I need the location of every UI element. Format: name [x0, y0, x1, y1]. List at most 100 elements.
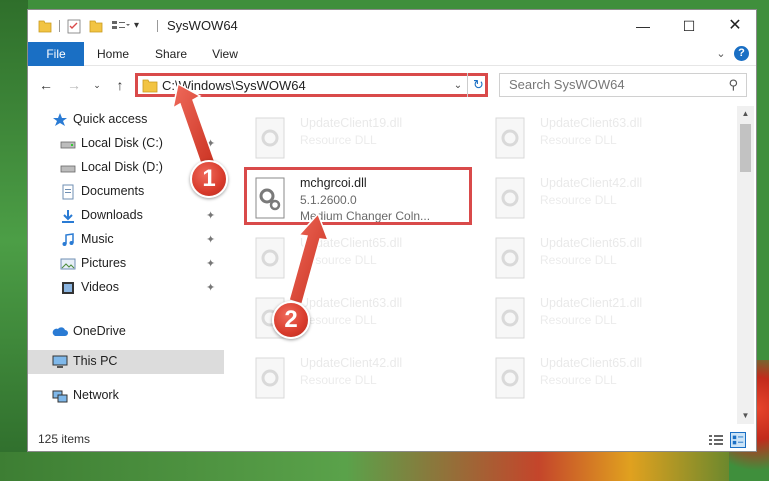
sidebar-item-videos[interactable]: Videos ✦ — [28, 276, 224, 300]
pin-icon: ✦ — [206, 210, 216, 222]
search-input[interactable]: Search SysWOW64 ⚲ — [499, 73, 747, 97]
address-bar[interactable]: C:\Windows\SysWOW64 ⌄ ↻ — [135, 73, 488, 97]
new-folder-icon[interactable] — [89, 18, 103, 34]
back-button[interactable]: ← — [36, 73, 56, 97]
title-separator — [157, 20, 158, 32]
sidebar-item-quick-access[interactable]: Quick access — [28, 108, 224, 132]
title-bar: ▾ SysWOW64 — ☐ ✕ — [28, 10, 756, 42]
refresh-icon[interactable]: ↻ — [467, 73, 489, 97]
documents-icon — [62, 184, 74, 200]
tab-file[interactable]: File — [28, 42, 84, 66]
tab-home[interactable]: Home — [85, 42, 141, 66]
vertical-scrollbar[interactable]: ▲ ▼ — [737, 106, 754, 424]
item-count: 125 items — [38, 432, 91, 446]
file-explorer-window: ▾ SysWOW64 — ☐ ✕ File Home Share View ⌄ … — [27, 9, 757, 452]
status-bar: 125 items — [28, 428, 756, 451]
scroll-up-icon[interactable]: ▲ — [737, 106, 754, 122]
file-name: UpdateClient42.dll — [300, 356, 403, 370]
dll-file-icon — [255, 237, 285, 279]
file-description: Resource DLL — [540, 313, 617, 327]
quick-access-dropdown-icon[interactable]: ▾ — [134, 18, 148, 34]
desktop-background-bottom — [0, 452, 769, 481]
list-item[interactable]: UpdateClient21.dll Resource DLL — [490, 292, 710, 344]
list-item[interactable]: UpdateClient19.dll Resource DLL — [250, 112, 470, 164]
help-icon[interactable]: ? — [734, 46, 749, 61]
folder-icon — [142, 79, 158, 93]
desktop-background-left — [0, 0, 28, 481]
videos-icon — [62, 282, 74, 294]
file-name: UpdateClient63.dll — [300, 296, 403, 310]
forward-button[interactable]: → — [64, 73, 84, 97]
pin-icon: ✦ — [206, 138, 216, 150]
list-item[interactable]: UpdateClient42.dll Resource DLL — [490, 172, 710, 224]
pictures-icon — [60, 258, 76, 270]
list-item[interactable]: UpdateClient65.dll Resource DLL — [250, 232, 470, 284]
close-button[interactable]: ✕ — [712, 10, 756, 42]
up-button[interactable]: ↑ — [110, 73, 130, 97]
file-description: Resource DLL — [540, 193, 617, 207]
ribbon-tabs: File Home Share View ⌄ ? — [28, 42, 756, 66]
drive-icon — [60, 141, 76, 149]
list-item[interactable]: UpdateClient42.dll Resource DLL — [250, 352, 470, 404]
step-2-marker: 2 — [272, 301, 310, 339]
list-item[interactable]: UpdateClient65.dll Resource DLL — [490, 232, 710, 284]
dll-file-icon — [255, 117, 285, 159]
address-path[interactable]: C:\Windows\SysWOW64 — [162, 78, 306, 93]
scroll-down-icon[interactable]: ▼ — [737, 408, 754, 424]
file-description: Resource DLL — [540, 253, 617, 267]
dll-file-icon — [495, 297, 525, 339]
file-highlight-box — [244, 167, 472, 225]
search-placeholder: Search SysWOW64 — [509, 77, 625, 92]
music-icon — [62, 233, 74, 246]
pin-icon: ✦ — [206, 282, 216, 294]
sidebar-item-label: Local Disk (D:) — [81, 160, 163, 174]
network-icon — [52, 390, 68, 403]
file-description: Resource DLL — [540, 133, 617, 147]
file-description: Resource DLL — [300, 313, 377, 327]
folder-icon[interactable] — [38, 18, 52, 34]
downloads-icon — [62, 210, 74, 223]
list-item[interactable]: UpdateClient65.dll Resource DLL — [490, 352, 710, 404]
customize-view-icon[interactable] — [111, 18, 131, 34]
file-name: UpdateClient65.dll — [540, 236, 643, 250]
toolbar-separator — [59, 20, 60, 32]
sidebar-item-label: Pictures — [81, 256, 127, 270]
window-title: SysWOW64 — [167, 18, 238, 33]
file-name: UpdateClient63.dll — [540, 116, 643, 130]
tab-share[interactable]: Share — [145, 42, 197, 66]
sidebar-item-label: This PC — [73, 354, 118, 368]
sidebar-item-music[interactable]: Music ✦ — [28, 228, 224, 252]
sidebar-item-local-disk-c[interactable]: Local Disk (C:) ✦ — [28, 132, 224, 156]
file-description: Resource DLL — [540, 373, 617, 387]
sidebar-item-label: Music — [81, 232, 114, 246]
cloud-icon — [52, 327, 68, 336]
sidebar-item-pictures[interactable]: Pictures ✦ — [28, 252, 224, 276]
address-dropdown-icon[interactable]: ⌄ — [451, 77, 465, 94]
file-name: UpdateClient65.dll — [540, 356, 643, 370]
sidebar-item-network[interactable]: Network — [28, 384, 224, 408]
minimize-button[interactable]: — — [620, 10, 666, 42]
list-item[interactable]: UpdateClient63.dll Resource DLL — [490, 112, 710, 164]
ribbon-expand-icon[interactable]: ⌄ — [714, 47, 728, 61]
step-1-marker: 1 — [190, 160, 228, 198]
sidebar-item-this-pc[interactable]: This PC — [28, 350, 224, 374]
dll-file-icon — [495, 237, 525, 279]
sidebar-item-label: Downloads — [81, 208, 143, 222]
drive-icon — [60, 165, 76, 173]
navigation-pane: Quick access Local Disk (C:) ✦ Local Dis… — [28, 106, 224, 424]
tiles-view-icon[interactable] — [730, 432, 746, 448]
details-view-icon[interactable] — [708, 433, 724, 447]
properties-icon[interactable] — [67, 18, 81, 34]
tab-view[interactable]: View — [201, 42, 249, 66]
recent-locations-icon[interactable]: ⌄ — [90, 73, 104, 97]
sidebar-item-downloads[interactable]: Downloads ✦ — [28, 204, 224, 228]
maximize-button[interactable]: ☐ — [666, 10, 712, 42]
sidebar-item-label: OneDrive — [73, 324, 126, 338]
sidebar-item-label: Network — [73, 388, 119, 402]
pin-icon: ✦ — [206, 258, 216, 270]
dll-file-icon — [255, 357, 285, 399]
scroll-thumb[interactable] — [740, 124, 751, 172]
sidebar-item-onedrive[interactable]: OneDrive — [28, 320, 224, 344]
sidebar-item-label: Quick access — [73, 112, 148, 126]
file-list: UpdateClient19.dll Resource DLL mchgrcoi… — [246, 106, 736, 424]
